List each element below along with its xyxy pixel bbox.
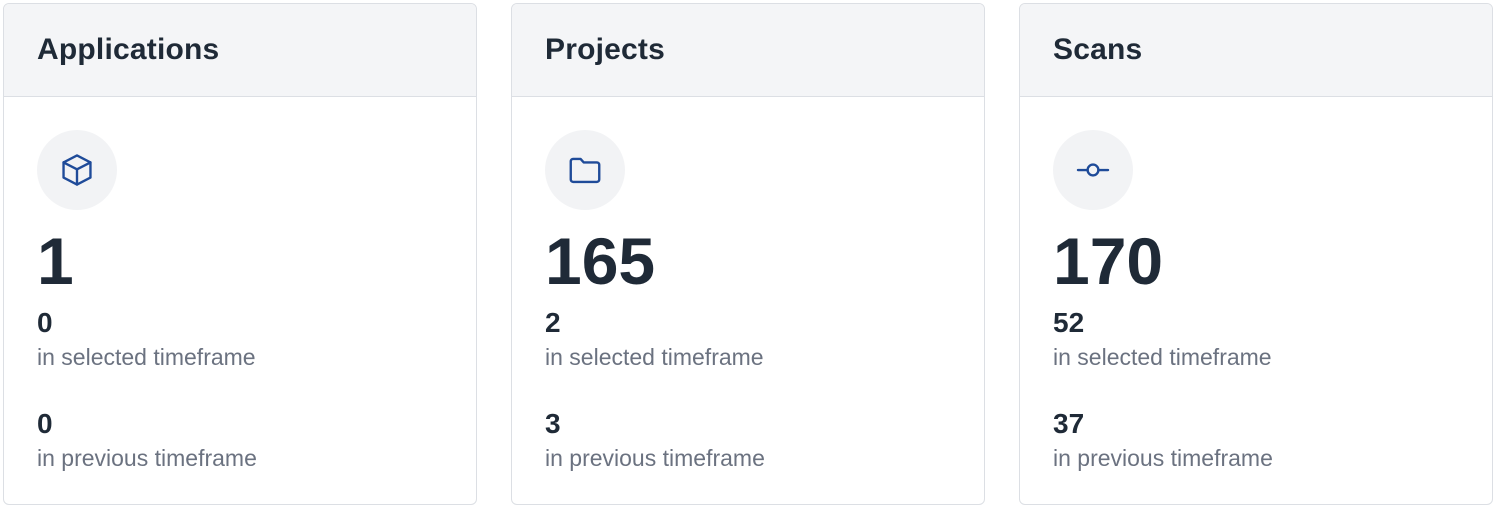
previous-timeframe-label: in previous timeframe — [37, 445, 257, 471]
previous-timeframe-label: in previous timeframe — [1053, 445, 1273, 471]
card-title: Projects — [545, 33, 665, 66]
selected-timeframe-label: in selected timeframe — [545, 344, 764, 370]
cube-icon — [37, 130, 117, 210]
previous-timeframe-value: 37 — [1053, 408, 1085, 439]
card-title: Scans — [1053, 33, 1143, 66]
selected-timeframe-label: in selected timeframe — [37, 344, 256, 370]
total-count: 1 — [37, 224, 74, 298]
card-title: Applications — [37, 33, 220, 66]
selected-timeframe-value: 2 — [545, 307, 561, 338]
applications-card: Applications 1 0 in selected timeframe 0… — [3, 3, 477, 505]
total-count: 170 — [1053, 224, 1164, 298]
scans-card: Scans 170 52 in selected timeframe 37 in… — [1019, 3, 1493, 505]
previous-timeframe-label: in previous timeframe — [545, 445, 765, 471]
selected-timeframe-label: in selected timeframe — [1053, 344, 1272, 370]
commit-icon — [1053, 130, 1133, 210]
total-count: 165 — [545, 224, 656, 298]
previous-timeframe-value: 3 — [545, 408, 561, 439]
folder-icon — [545, 130, 625, 210]
previous-timeframe-value: 0 — [37, 408, 53, 439]
card-header: Applications — [4, 4, 476, 97]
selected-timeframe-value: 52 — [1053, 307, 1085, 338]
selected-timeframe-value: 0 — [37, 307, 53, 338]
projects-card: Projects 165 2 in selected timeframe 3 i… — [511, 3, 985, 505]
card-header: Projects — [512, 4, 984, 97]
card-header: Scans — [1020, 4, 1492, 97]
